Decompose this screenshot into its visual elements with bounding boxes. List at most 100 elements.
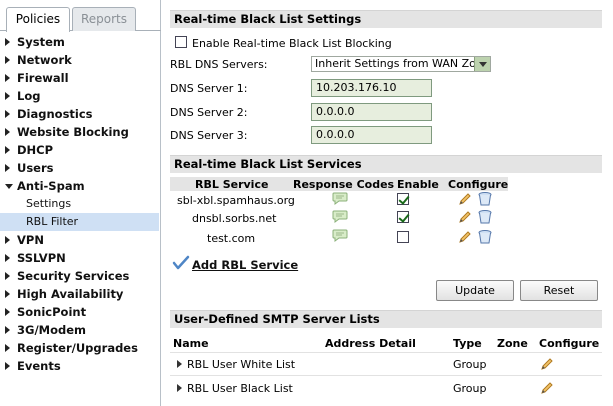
sidebar-item-label: Diagnostics [17, 107, 93, 121]
tab-reports[interactable]: Reports [72, 7, 136, 31]
col-type: Type [453, 337, 482, 350]
sidebar-item-label: Security Services [17, 269, 130, 283]
sidebar-item-website-blocking[interactable]: Website Blocking [0, 123, 159, 141]
sidebar-subitem-rbl-filter[interactable]: RBL Filter [0, 213, 159, 231]
col-configure: Configure [448, 178, 509, 191]
expand-arrow-icon [5, 362, 10, 370]
speech-bubble-icon[interactable] [332, 210, 348, 224]
expand-arrow-icon [5, 56, 10, 64]
sidebar-item-firewall[interactable]: Firewall [0, 69, 159, 87]
sidebar-item-sonicpoint[interactable]: SonicPoint [0, 303, 159, 321]
sidebar-item-label: Anti-Spam [17, 179, 85, 193]
pencil-icon[interactable] [540, 381, 554, 395]
sidebar-item-3g-modem[interactable]: 3G/Modem [0, 321, 159, 339]
expand-arrow-icon [5, 236, 10, 244]
rbl-enable-checkbox[interactable] [397, 211, 409, 223]
dns-server-1-label: DNS Server 1: [170, 82, 248, 95]
sidebar-item-dhcp[interactable]: DHCP [0, 141, 159, 159]
trash-icon[interactable] [477, 191, 493, 207]
col-configure: Configure [539, 337, 600, 350]
sidebar-item-security-services[interactable]: Security Services [0, 267, 159, 285]
chevron-down-icon[interactable] [474, 57, 490, 71]
speech-bubble-icon[interactable] [332, 229, 348, 243]
trash-icon[interactable] [477, 229, 493, 245]
section-heading-smtp-lists: User-Defined SMTP Server Lists [170, 310, 602, 328]
sidebar-item-label: Users [17, 161, 54, 175]
update-button[interactable]: Update [436, 280, 514, 301]
col-name: Name [173, 337, 209, 350]
sidebar-item-events[interactable]: Events [0, 357, 159, 375]
sidebar-item-label: Network [17, 53, 72, 67]
reset-button[interactable]: Reset [520, 280, 598, 301]
sidebar-item-label: SonicPoint [17, 305, 87, 319]
col-response-codes: Response Codes [293, 178, 395, 191]
expand-arrow-icon [5, 290, 10, 298]
expand-arrow-icon[interactable] [177, 360, 182, 368]
pencil-icon[interactable] [458, 192, 472, 206]
dns-server-1-field[interactable]: 10.203.176.10 [311, 79, 432, 97]
pencil-icon[interactable] [540, 357, 554, 371]
sidebar-item-diagnostics[interactable]: Diagnostics [0, 105, 159, 123]
dns-server-2-field[interactable]: 0.0.0.0 [311, 103, 432, 121]
sidebar-item-network[interactable]: Network [0, 51, 159, 69]
sidebar-item-sslvpn[interactable]: SSLVPN [0, 249, 159, 267]
pencil-icon[interactable] [458, 210, 472, 224]
sidebar-subitem-settings[interactable]: Settings [0, 195, 159, 213]
dns-server-3-field[interactable]: 0.0.0.0 [311, 126, 432, 144]
rbl-service-name: sbl-xbl.spamhaus.org [177, 194, 295, 207]
rbl-service-name: dnsbl.sorbs.net [192, 212, 277, 225]
expand-arrow-icon [5, 38, 10, 46]
sidebar-item-register-upgrades[interactable]: Register/Upgrades [0, 339, 159, 357]
sidebar-item-high-availability[interactable]: High Availability [0, 285, 159, 303]
enable-rbl-checkbox[interactable] [175, 36, 187, 48]
sidebar-item-label: 3G/Modem [17, 323, 86, 337]
collapse-arrow-icon [5, 184, 13, 189]
sidebar-item-vpn[interactable]: VPN [0, 231, 159, 249]
expand-arrow-icon [5, 344, 10, 352]
section-heading-rbl-services: Real-time Black List Services [170, 155, 602, 173]
sidebar-item-anti-spam[interactable]: Anti-Spam [0, 177, 159, 195]
smtp-list-name: RBL User White List [187, 358, 296, 371]
sidebar-item-log[interactable]: Log [0, 87, 159, 105]
sidebar-item-label: Register/Upgrades [17, 341, 138, 355]
sidebar-item-label: High Availability [17, 287, 124, 301]
sidebar-tabs: Policies Reports [0, 0, 161, 32]
sidebar-item-system[interactable]: System [0, 33, 159, 51]
divider [170, 352, 602, 353]
expand-arrow-icon [5, 326, 10, 334]
sidebar-item-label: Log [17, 89, 41, 103]
speech-bubble-icon[interactable] [332, 192, 348, 206]
sidebar-item-label: VPN [17, 233, 44, 247]
col-enable: Enable [397, 178, 439, 191]
sidebar-item-label: Firewall [17, 71, 69, 85]
dns-server-3-label: DNS Server 3: [170, 129, 248, 142]
rbl-enable-checkbox[interactable] [397, 231, 409, 243]
sidebar-item-label: System [17, 35, 65, 49]
add-rbl-service-link[interactable]: Add RBL Service [192, 258, 298, 272]
checkmark-icon [172, 255, 190, 270]
smtp-list-name: RBL User Black List [187, 382, 293, 395]
sidebar: Policies Reports System Network Firewall… [0, 0, 161, 406]
smtp-list-type: Group [453, 358, 487, 371]
expand-arrow-icon [5, 146, 10, 154]
divider [170, 375, 602, 376]
expand-arrow-icon [5, 272, 10, 280]
enable-rbl-label: Enable Real-time Black List Blocking [192, 37, 392, 50]
dns-server-2-label: DNS Server 2: [170, 106, 248, 119]
expand-arrow-icon [5, 128, 10, 136]
rbl-dns-servers-label: RBL DNS Servers: [170, 58, 268, 71]
rbl-service-name: test.com [207, 232, 256, 245]
pencil-icon[interactable] [458, 230, 472, 244]
expand-arrow-icon[interactable] [177, 384, 182, 392]
tab-policies[interactable]: Policies [6, 7, 70, 32]
rbl-enable-checkbox[interactable] [397, 193, 409, 205]
sidebar-item-users[interactable]: Users [0, 159, 159, 177]
rbl-dns-servers-select[interactable]: Inherit Settings from WAN Zone [311, 56, 491, 72]
sidebar-item-label: SSLVPN [17, 251, 66, 265]
sidebar-item-label: DHCP [17, 143, 54, 157]
sidebar-item-label: Events [17, 359, 61, 373]
trash-icon[interactable] [477, 209, 493, 225]
col-zone: Zone [497, 337, 528, 350]
expand-arrow-icon [5, 254, 10, 262]
section-heading-rbl-settings: Real-time Black List Settings [170, 10, 602, 28]
